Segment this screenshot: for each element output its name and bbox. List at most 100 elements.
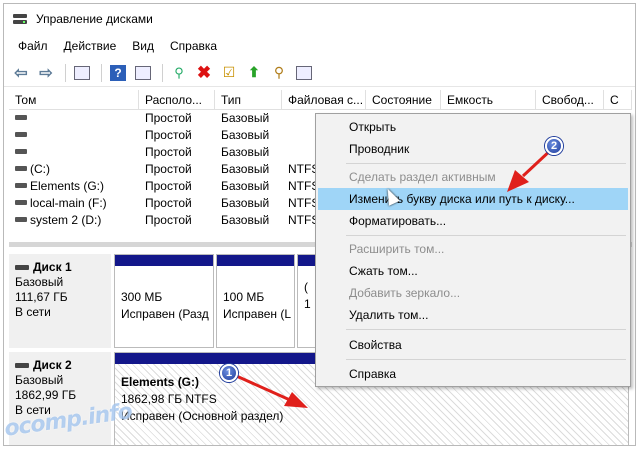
volume-icon <box>15 183 27 189</box>
partition-block[interactable]: 100 МБ Исправен (L <box>216 254 295 348</box>
volume-icon <box>15 149 27 155</box>
disk-size: 1862,99 ГБ <box>15 388 77 402</box>
arrow-line <box>231 372 291 402</box>
menu-bar: Файл Действие Вид Справка <box>4 35 635 57</box>
volume-type: Базовый <box>221 196 270 210</box>
annotation-marker-2: 2 <box>545 137 563 155</box>
context-menu: Открыть Проводник Сделать раздел активны… <box>315 113 631 387</box>
volume-icon <box>15 115 27 121</box>
forward-button[interactable]: ⇨ <box>35 62 57 84</box>
column-status[interactable]: Состояние <box>366 90 441 110</box>
window-title: Управление дисками <box>36 12 153 26</box>
column-volume[interactable]: Том <box>9 90 139 110</box>
panel-icon <box>74 65 90 80</box>
search-button[interactable]: ⚲ <box>268 62 290 84</box>
menu-item-explorer[interactable]: Проводник <box>318 138 628 160</box>
volume-layout: Простой <box>145 128 192 142</box>
menu-help[interactable]: Справка <box>162 37 225 55</box>
volume-layout: Простой <box>145 162 192 176</box>
partition-size: 100 МБ <box>223 290 265 304</box>
connect-icon: ⚲ <box>174 64 184 80</box>
toolbar-separator <box>65 63 66 82</box>
forward-arrow-icon: ⇨ <box>39 64 53 82</box>
partition-size: ( <box>304 280 308 294</box>
column-layout[interactable]: Располо... <box>139 90 215 110</box>
menu-file[interactable]: Файл <box>10 37 56 55</box>
properties-icon <box>135 65 151 80</box>
volume-layout: Простой <box>145 213 192 227</box>
volume-layout: Простой <box>145 196 192 210</box>
menu-view[interactable]: Вид <box>124 37 162 55</box>
volume-icon <box>15 132 27 138</box>
menu-item-add-mirror[interactable]: Добавить зеркало... <box>318 282 628 304</box>
disk-status: В сети <box>15 305 51 319</box>
volume-name: local-main (F:) <box>30 196 107 210</box>
arrow-head <box>284 392 308 408</box>
menu-item-shrink-volume[interactable]: Сжать том... <box>318 260 628 282</box>
toolbar-separator <box>101 63 102 82</box>
volume-type: Базовый <box>221 111 270 125</box>
disk-size: 111,67 ГБ <box>15 290 68 304</box>
column-percent[interactable]: С <box>604 90 632 110</box>
up-button[interactable]: ⬆ <box>243 62 265 84</box>
disk-icon <box>15 265 29 270</box>
disk-management-icon <box>12 11 28 27</box>
menu-item-delete-volume[interactable]: Удалить том... <box>318 304 628 326</box>
search-icon: ⚲ <box>273 64 285 80</box>
annotation-marker-1: 1 <box>220 364 238 382</box>
menu-separator <box>346 235 626 236</box>
menu-item-properties[interactable]: Свойства <box>318 334 628 356</box>
help-icon: ? <box>110 64 126 81</box>
volume-type: Базовый <box>221 145 270 159</box>
properties-button[interactable] <box>132 62 154 84</box>
menu-separator <box>346 163 626 164</box>
menu-item-extend-volume[interactable]: Расширить том... <box>318 238 628 260</box>
disk-kind: Базовый <box>15 275 64 289</box>
volume-layout: Простой <box>145 179 192 193</box>
disk-kind: Базовый <box>15 373 64 387</box>
column-capacity[interactable]: Емкость <box>441 90 536 110</box>
menu-separator <box>346 329 626 330</box>
volume-name: Elements (G:) <box>30 179 105 193</box>
volume-layout: Простой <box>145 111 192 125</box>
panel-button[interactable] <box>71 62 93 84</box>
menu-item-change-drive-letter[interactable]: Изменить букву диска или путь к диску... <box>318 188 628 210</box>
disk-icon <box>15 363 29 368</box>
connect-button[interactable]: ⚲ <box>168 62 190 84</box>
toolbar-separator <box>162 63 163 82</box>
title-bar: Управление дисками <box>4 4 635 34</box>
volume-list-header: Том Располо... Тип Файловая с... Состоян… <box>9 90 632 110</box>
disk-1-label[interactable]: Диск 1 Базовый 111,67 ГБ В сети <box>9 254 111 348</box>
volume-type: Базовый <box>221 128 270 142</box>
delete-icon: ✖ <box>196 62 212 82</box>
volume-layout: Простой <box>145 145 192 159</box>
disk-name: Диск 2 <box>33 358 72 372</box>
partition-block[interactable]: 300 МБ Исправен (Разд <box>114 254 214 348</box>
volume-icon <box>15 166 27 172</box>
volume-type: Базовый <box>221 162 270 176</box>
view-icon <box>296 65 312 80</box>
menu-item-format[interactable]: Форматировать... <box>318 210 628 232</box>
partition-status: 1 <box>304 297 311 311</box>
toolbar: ⇦ ⇨ ? ⚲ ✖ ☑ ⬆ ⚲ <box>4 59 635 87</box>
up-arrow-icon: ⬆ <box>248 64 260 80</box>
menu-item-mark-active[interactable]: Сделать раздел активным <box>318 166 628 188</box>
delete-button[interactable]: ✖ <box>193 62 215 84</box>
partition-band <box>115 255 213 266</box>
volume-icon <box>15 217 27 223</box>
menu-separator <box>346 359 626 360</box>
back-arrow-icon: ⇦ <box>14 64 28 82</box>
back-button[interactable]: ⇦ <box>10 62 32 84</box>
check-button[interactable]: ☑ <box>218 62 240 84</box>
menu-action[interactable]: Действие <box>56 37 125 55</box>
column-free[interactable]: Свобод... <box>536 90 604 110</box>
volume-icon <box>15 200 27 206</box>
column-filesystem[interactable]: Файловая с... <box>282 90 366 110</box>
check-icon: ☑ <box>222 64 236 80</box>
partition-size: 300 МБ <box>121 290 163 304</box>
view-button[interactable] <box>293 62 315 84</box>
menu-item-open[interactable]: Открыть <box>318 116 628 138</box>
column-type[interactable]: Тип <box>215 90 282 110</box>
help-button[interactable]: ? <box>107 62 129 84</box>
menu-item-help[interactable]: Справка <box>318 363 628 385</box>
